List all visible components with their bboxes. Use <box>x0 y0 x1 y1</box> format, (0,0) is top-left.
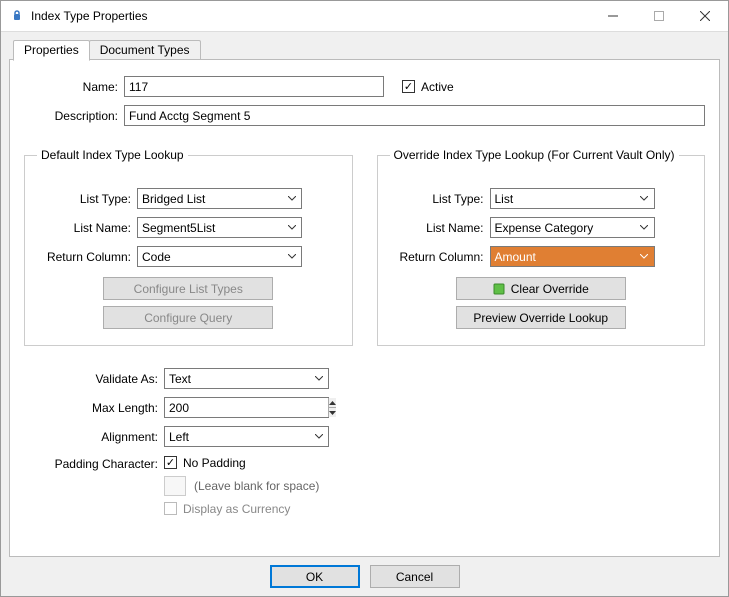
validate-as-label: Validate As: <box>24 372 164 386</box>
titlebar: Index Type Properties <box>1 1 728 32</box>
override-listname-label: List Name: <box>390 221 490 235</box>
chevron-down-icon <box>284 220 299 235</box>
override-listname-combo[interactable]: Expense Category <box>490 217 655 238</box>
leave-blank-hint: (Leave blank for space) <box>194 479 319 493</box>
display-currency-checkbox[interactable]: Display as Currency <box>164 502 290 516</box>
no-padding-checkbox[interactable]: ✓ No Padding <box>164 456 246 470</box>
minimize-button[interactable] <box>590 1 636 31</box>
chevron-down-icon <box>284 191 299 206</box>
dialog-button-row: OK Cancel <box>9 557 720 588</box>
configure-list-types-button[interactable]: Configure List Types <box>103 277 273 300</box>
ok-button[interactable]: OK <box>270 565 360 588</box>
chevron-down-icon <box>311 371 326 386</box>
default-listname-combo[interactable]: Segment5List <box>137 217 302 238</box>
max-length-spinner[interactable] <box>164 397 329 418</box>
override-returncol-combo[interactable]: Amount <box>490 246 655 267</box>
configure-query-button[interactable]: Configure Query <box>103 306 273 329</box>
window-title: Index Type Properties <box>31 9 590 23</box>
description-input[interactable] <box>124 105 705 126</box>
tab-document-types[interactable]: Document Types <box>89 40 201 60</box>
max-length-label: Max Length: <box>24 401 164 415</box>
chevron-down-icon <box>284 249 299 264</box>
maximize-button[interactable] <box>636 1 682 31</box>
clear-override-button[interactable]: Clear Override <box>456 277 626 300</box>
display-currency-label: Display as Currency <box>183 502 290 516</box>
validate-as-combo[interactable]: Text <box>164 368 329 389</box>
preview-override-button[interactable]: Preview Override Lookup <box>456 306 626 329</box>
spin-up-icon[interactable] <box>329 398 336 408</box>
chevron-down-icon <box>311 429 326 444</box>
description-label: Description: <box>24 109 124 123</box>
spin-down-icon[interactable] <box>329 408 336 417</box>
alignment-combo[interactable]: Left <box>164 426 329 447</box>
default-listname-label: List Name: <box>37 221 137 235</box>
padding-char-label: Padding Character: <box>24 455 164 471</box>
name-label: Name: <box>24 80 124 94</box>
default-listtype-label: List Type: <box>37 192 137 206</box>
no-padding-label: No Padding <box>183 456 246 470</box>
chevron-down-icon <box>637 249 652 264</box>
chevron-down-icon <box>637 191 652 206</box>
default-listtype-combo[interactable]: Bridged List <box>137 188 302 209</box>
app-icon <box>9 8 25 24</box>
override-listtype-combo[interactable]: List <box>490 188 655 209</box>
chevron-down-icon <box>637 220 652 235</box>
override-listtype-label: List Type: <box>390 192 490 206</box>
close-button[interactable] <box>682 1 728 31</box>
override-lookup-group: Override Index Type Lookup (For Current … <box>377 148 706 346</box>
tabpage-properties: Name: ✓ Active Description: Default Inde… <box>9 60 720 557</box>
clear-icon <box>493 283 505 295</box>
default-returncol-combo[interactable]: Code <box>137 246 302 267</box>
padding-sample <box>164 476 186 496</box>
active-checkbox[interactable]: ✓ Active <box>402 80 454 94</box>
tabstrip: Properties Document Types <box>9 38 720 60</box>
client-area: Properties Document Types Name: ✓ Active… <box>1 32 728 596</box>
name-input[interactable] <box>124 76 384 97</box>
alignment-label: Alignment: <box>24 430 164 444</box>
default-lookup-legend: Default Index Type Lookup <box>37 148 188 162</box>
default-returncol-label: Return Column: <box>37 250 137 264</box>
window: Index Type Properties Properties Documen… <box>0 0 729 597</box>
override-returncol-label: Return Column: <box>390 250 490 264</box>
default-lookup-group: Default Index Type Lookup List Type: Bri… <box>24 148 353 346</box>
cancel-button[interactable]: Cancel <box>370 565 460 588</box>
override-lookup-legend: Override Index Type Lookup (For Current … <box>390 148 679 162</box>
active-label: Active <box>421 80 454 94</box>
tab-properties[interactable]: Properties <box>13 40 90 61</box>
